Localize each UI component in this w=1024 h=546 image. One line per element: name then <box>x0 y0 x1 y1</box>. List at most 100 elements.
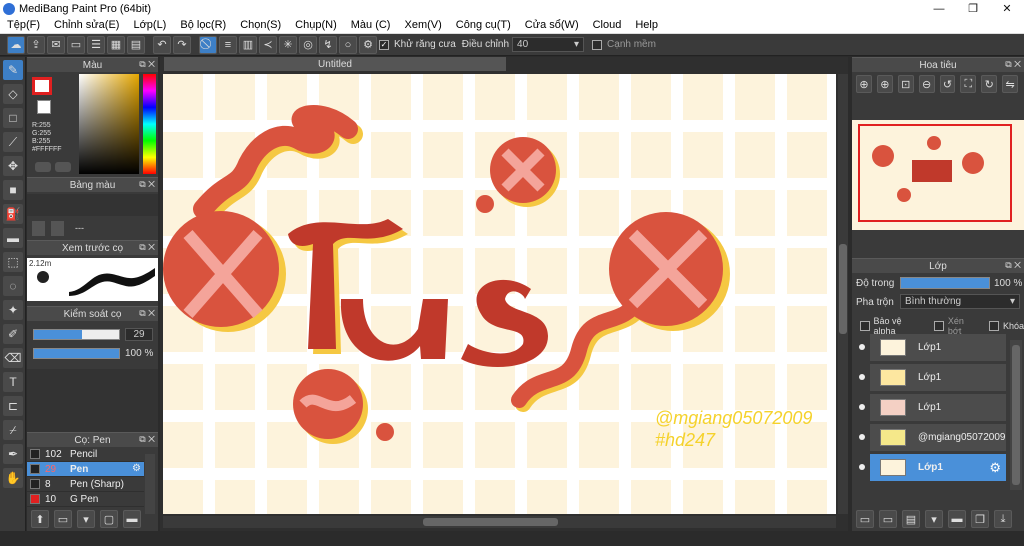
antialias-checkbox[interactable]: ✓ <box>379 39 389 50</box>
bucket-tool-icon[interactable]: ⛽ <box>3 204 23 224</box>
text-tool-icon[interactable]: T <box>3 372 23 392</box>
menu-color[interactable]: Màu (C) <box>344 19 398 31</box>
new-halftone-layer-icon[interactable]: ▤ <box>902 510 920 528</box>
foreground-color-swatch[interactable] <box>32 77 52 95</box>
maximize-button[interactable]: ❐ <box>956 0 990 17</box>
new-palette-icon[interactable] <box>32 221 45 236</box>
vertical-scroll-thumb[interactable] <box>839 244 847 334</box>
close-button[interactable]: ✕ <box>990 0 1024 17</box>
soft-edge-checkbox[interactable] <box>592 39 603 50</box>
cloud-icon[interactable]: ☁ <box>7 35 25 54</box>
duplicate-layer-icon[interactable]: ❐ <box>971 510 989 528</box>
panel-close-icon[interactable]: ⧉ ✕ <box>139 308 155 319</box>
layer-row[interactable]: Lớp1 <box>870 334 1006 362</box>
visibility-eye-icon[interactable] <box>859 434 865 440</box>
panel-close-icon[interactable]: ⧉ ✕ <box>139 59 155 70</box>
panel-close-icon[interactable]: ⧉ ✕ <box>1005 260 1021 271</box>
cross-snap-icon[interactable]: ▥ <box>239 35 257 54</box>
radial-snap-icon[interactable]: ✳ <box>279 35 297 54</box>
protect-alpha-checkbox[interactable] <box>860 321 870 331</box>
adjust-dropdown[interactable]: 40 ▾ <box>512 37 585 52</box>
color-mode-button[interactable] <box>35 162 51 172</box>
folder-icon[interactable]: ▬ <box>123 510 141 528</box>
brush-list-scrollbar[interactable] <box>145 454 155 514</box>
line-tool-icon[interactable]: ⟋ <box>3 132 23 152</box>
visibility-eye-icon[interactable] <box>859 374 865 380</box>
menu-filter[interactable]: Bộ lọc(R) <box>173 19 233 31</box>
layer-list-scrollbar[interactable] <box>1010 340 1022 490</box>
trash-icon[interactable] <box>51 221 64 236</box>
snap-off-icon[interactable]: ⃠ <box>199 35 217 54</box>
brush-size-value[interactable]: 29 <box>125 328 153 341</box>
fit-icon[interactable]: ⊡ <box>897 75 914 93</box>
menu-layer[interactable]: Lớp(L) <box>126 19 173 31</box>
document-tab[interactable]: Untitled <box>164 57 506 71</box>
layer-row[interactable]: @mgiang05072009 <box>870 424 1006 452</box>
select-tool-icon[interactable]: ⬚ <box>3 252 23 272</box>
brush-opacity-slider[interactable] <box>33 348 120 359</box>
panels-icon[interactable]: ▦ <box>107 35 125 54</box>
menu-file[interactable]: Tệp(F) <box>0 19 47 31</box>
copy-brush-icon[interactable]: ▢ <box>100 510 118 528</box>
circle-snap-icon[interactable]: ○ <box>339 35 357 54</box>
brush-item[interactable]: 8 Pen (Sharp) <box>27 477 144 492</box>
vertical-scrollbar[interactable] <box>838 74 848 514</box>
eraser-tool-icon[interactable]: ◇ <box>3 84 23 104</box>
snap-settings-icon[interactable]: ⚙ <box>359 35 377 54</box>
layer-row[interactable]: Lớp1 ⚙ <box>870 454 1006 482</box>
new-brush-icon[interactable]: ▭ <box>54 510 72 528</box>
menu-select[interactable]: Chọn(S) <box>233 19 288 31</box>
fill-rect-tool-icon[interactable]: ■ <box>3 180 23 200</box>
layer-menu-icon[interactable]: ▾ <box>925 510 943 528</box>
menu-view[interactable]: Xem(V) <box>397 19 448 31</box>
divide-tool-icon[interactable]: ⊏ <box>3 396 23 416</box>
undo-icon[interactable]: ↶ <box>153 35 171 54</box>
color-swap-button[interactable] <box>55 162 71 172</box>
hue-slider[interactable] <box>143 74 156 174</box>
brush-tool-icon[interactable]: ✎ <box>3 60 23 80</box>
layer-row[interactable]: Lớp1 <box>870 364 1006 392</box>
visibility-eye-icon[interactable] <box>859 344 865 350</box>
horizontal-scrollbar[interactable] <box>163 516 836 528</box>
new-layer-icon[interactable]: ▭ <box>856 510 874 528</box>
brush-item[interactable]: 29 Pen ⚙ <box>27 462 144 477</box>
navigator-preview[interactable] <box>852 120 1024 230</box>
visibility-eye-icon[interactable] <box>859 404 865 410</box>
layer-opacity-slider[interactable] <box>900 277 990 289</box>
zoom-in-icon[interactable]: ⊕ <box>856 75 872 93</box>
page-icon[interactable]: ▭ <box>67 35 85 54</box>
drawing-canvas[interactable]: @mgiang05072009 #hd247 <box>163 74 836 514</box>
merge-down-icon[interactable]: ⤓ <box>994 510 1012 528</box>
share-icon[interactable]: ⇪ <box>27 35 45 54</box>
move-tool-icon[interactable]: ✥ <box>3 156 23 176</box>
zoom-in-2-icon[interactable]: ⊕ <box>876 75 893 93</box>
background-color-swatch[interactable] <box>37 100 51 114</box>
brush-size-slider[interactable] <box>33 329 120 340</box>
new-layer-2-icon[interactable]: ▭ <box>879 510 897 528</box>
gear-icon[interactable]: ⚙ <box>989 460 1001 476</box>
add-brush-icon[interactable]: ⬆ <box>31 510 49 528</box>
clipping-checkbox[interactable] <box>934 321 944 331</box>
lasso-tool-icon[interactable]: ◌ <box>3 276 23 296</box>
menu-snap[interactable]: Chụp(N) <box>288 19 344 31</box>
select-pen-tool-icon[interactable]: ✐ <box>3 324 23 344</box>
layer-row[interactable]: Lớp1 <box>870 394 1006 422</box>
redo-icon[interactable]: ↷ <box>173 35 191 54</box>
eyedropper-tool-icon[interactable]: ⌿ <box>3 420 23 440</box>
panel-close-icon[interactable]: ⧉ ✕ <box>139 242 155 253</box>
document-icon[interactable]: ☰ <box>87 35 105 54</box>
blend-mode-dropdown[interactable]: Bình thường ▾ <box>900 294 1020 309</box>
brush-item[interactable]: 10 G Pen <box>27 492 144 507</box>
magic-wand-tool-icon[interactable]: ✦ <box>3 300 23 320</box>
menu-help[interactable]: Help <box>628 19 665 31</box>
comment-icon[interactable]: ✉ <box>47 35 65 54</box>
panel-close-icon[interactable]: ⧉ ✕ <box>139 434 155 445</box>
brush-item[interactable]: 102 Pencil <box>27 447 144 462</box>
rotate-right-icon[interactable]: ↻ <box>981 75 998 93</box>
zoom-out-icon[interactable]: ⊖ <box>918 75 935 93</box>
hand-tool-icon[interactable]: ✋ <box>3 468 23 488</box>
concentric-snap-icon[interactable]: ◎ <box>299 35 317 54</box>
parallel-snap-icon[interactable]: ≡ <box>219 35 237 54</box>
brush-menu-icon[interactable]: ▾ <box>77 510 95 528</box>
menu-tools[interactable]: Công cụ(T) <box>449 19 518 31</box>
